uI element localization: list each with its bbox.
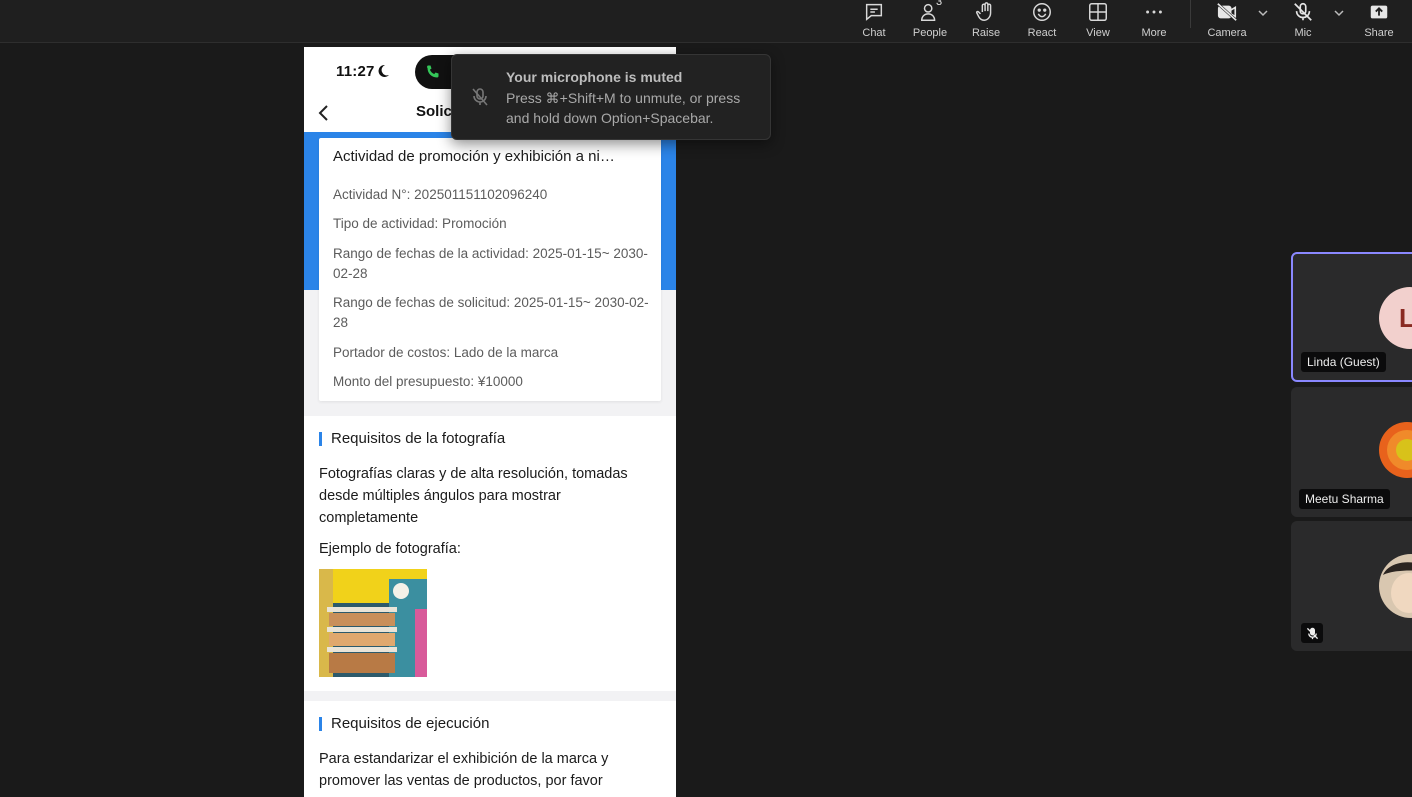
- grid-view-icon: [1089, 3, 1107, 21]
- budget-amount: Monto del presupuesto: ¥10000: [333, 374, 523, 389]
- avatar: [1379, 554, 1412, 618]
- share-button[interactable]: Share: [1351, 0, 1407, 40]
- raise-hand-button[interactable]: Raise: [958, 0, 1014, 40]
- notification-message: Press ⌘+Shift+M to unmute, or press and …: [506, 90, 741, 126]
- avatar: L: [1379, 287, 1412, 349]
- camera-button[interactable]: Camera: [1199, 0, 1255, 40]
- camera-options-button[interactable]: [1256, 6, 1270, 20]
- mic-muted-notification: Your microphone is muted Press ⌘+Shift+M…: [451, 54, 771, 140]
- more-label: More: [1141, 27, 1167, 39]
- ellipsis-icon: [1146, 10, 1162, 14]
- mic-muted-icon: [1294, 2, 1312, 21]
- raise-label: Raise: [971, 27, 1001, 39]
- application-date-range: Rango de fechas de solicitud: 2025-01-15…: [333, 295, 649, 330]
- photo-requirements-text: Fotografías claras y de alta resolución,…: [319, 466, 628, 526]
- notification-title: Your microphone is muted: [506, 69, 683, 85]
- example-photo[interactable]: [319, 569, 427, 677]
- cost-bearer: Portador de costos: Lado de la marca: [333, 345, 559, 360]
- phone-call-icon: [427, 65, 439, 78]
- activity-type: Tipo de actividad: Promoción: [333, 216, 507, 231]
- participant-muted-badge: [1301, 623, 1323, 643]
- photo-example-label: Ejemplo de fotografía:: [319, 541, 461, 557]
- mic-label: Mic: [1294, 27, 1312, 39]
- smiley-icon: [1033, 3, 1051, 21]
- share-label: Share: [1364, 27, 1394, 39]
- people-label: People: [912, 27, 948, 39]
- participant-name: Linda (Guest): [1301, 352, 1386, 372]
- chevron-down-icon: [1334, 10, 1344, 17]
- toolbar-divider: [1190, 0, 1191, 28]
- avatar: [1379, 422, 1412, 478]
- react-label: React: [1027, 27, 1057, 39]
- page-title: Solic: [416, 103, 452, 120]
- people-count: 3: [936, 0, 943, 8]
- activity-date-range: Rango de fechas de la actividad: 2025-01…: [333, 246, 648, 281]
- camera-off-icon: [1216, 2, 1238, 22]
- status-time: 11:27: [336, 63, 375, 80]
- chat-icon: [865, 3, 883, 21]
- share-screen-icon: [1370, 5, 1388, 19]
- react-button[interactable]: React: [1014, 0, 1070, 40]
- photo-requirements-section: Requisitos de la fotografía Fotografías …: [304, 416, 676, 691]
- hand-icon: [975, 2, 992, 21]
- meeting-toolbar: Chat 3 People Raise React View More Came…: [0, 0, 1412, 43]
- participant-tile[interactable]: Meetu Sharma: [1291, 387, 1412, 517]
- mic-muted-icon: [472, 88, 488, 106]
- participant-tile[interactable]: L Linda (Guest): [1291, 252, 1412, 382]
- participant-name: Meetu Sharma: [1299, 489, 1390, 509]
- camera-label: Camera: [1207, 27, 1247, 39]
- shared-screen: 11:27 Solic Actividad de promoción y exh…: [304, 47, 676, 797]
- people-button[interactable]: 3 People: [902, 0, 958, 40]
- back-arrow-icon[interactable]: [316, 103, 332, 123]
- moon-icon: [378, 64, 389, 77]
- execution-requirements-title: Requisitos de ejecución: [319, 715, 489, 733]
- chat-button[interactable]: Chat: [846, 0, 902, 40]
- participant-tile[interactable]: [1291, 521, 1412, 651]
- more-button[interactable]: More: [1126, 0, 1182, 40]
- activity-title: Actividad de promoción y exhibición a ni…: [333, 148, 615, 165]
- chat-label: Chat: [862, 27, 886, 39]
- execution-requirements-section: Requisitos de ejecución Para estandariza…: [304, 701, 676, 797]
- mic-muted-icon: [1306, 627, 1318, 639]
- chevron-down-icon: [1258, 10, 1268, 17]
- view-label: View: [1086, 27, 1110, 39]
- mic-button[interactable]: Mic: [1275, 0, 1331, 40]
- view-button[interactable]: View: [1070, 0, 1126, 40]
- activity-number: Actividad N°: 202501151102096240: [333, 187, 548, 202]
- mic-options-button[interactable]: [1332, 6, 1346, 20]
- photo-requirements-title: Requisitos de la fotografía: [319, 430, 505, 448]
- activity-card: Actividad de promoción y exhibición a ni…: [319, 138, 661, 401]
- execution-requirements-text: Para estandarizar el exhibición de la ma…: [319, 751, 609, 789]
